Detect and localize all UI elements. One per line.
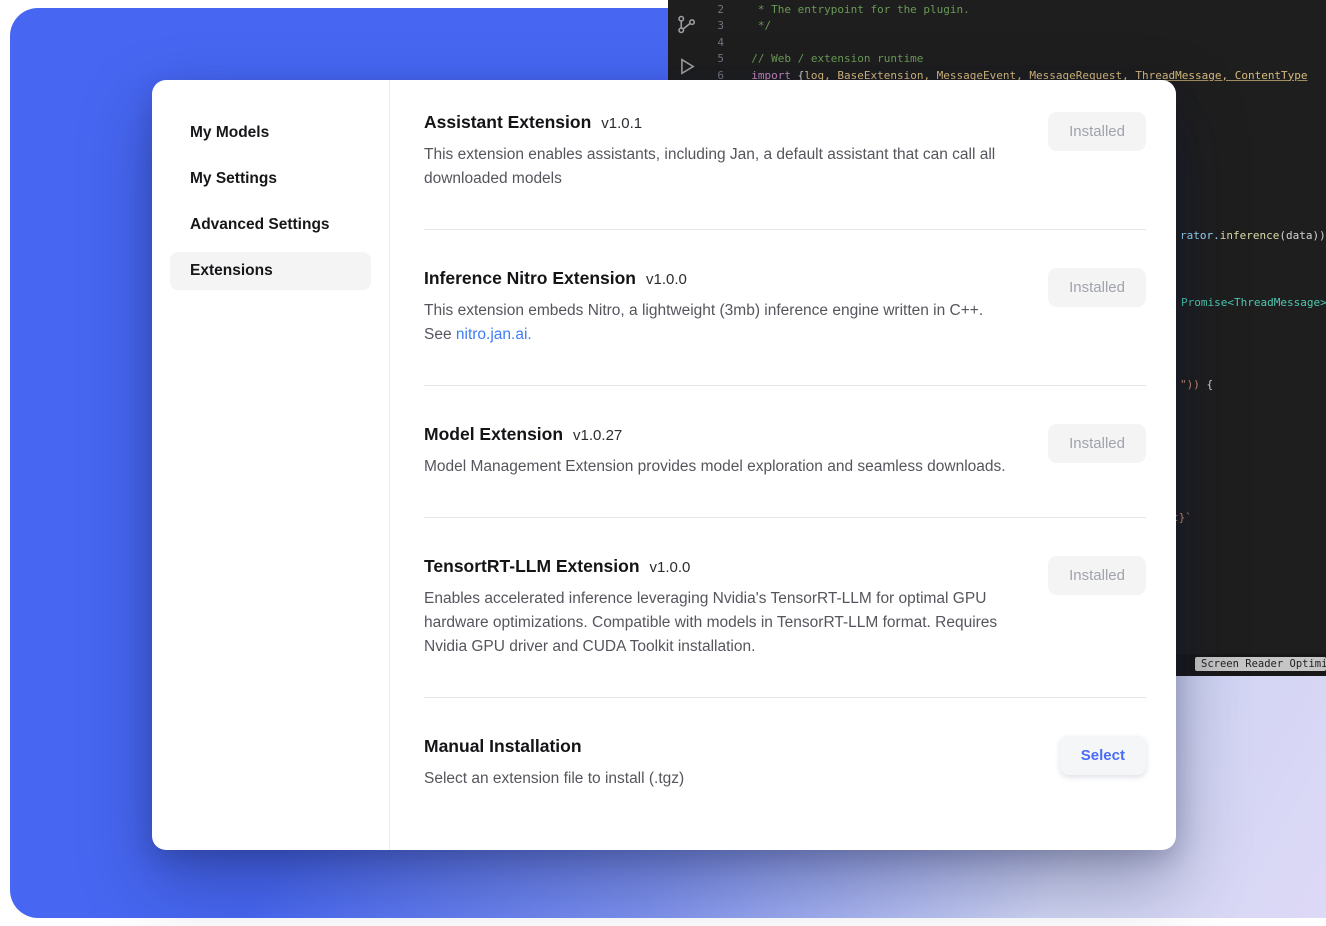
extension-description: Select an extension file to install (.tg… [424, 767, 684, 791]
extension-row-tensorrt-llm: TensortRT-LLM Extension v1.0.0 Enables a… [424, 517, 1146, 697]
extension-heading: Inference Nitro Extension v1.0.0 [424, 268, 1006, 289]
extensions-list: Assistant Extension v1.0.1 This extensio… [390, 80, 1176, 850]
extension-row-inference-nitro: Inference Nitro Extension v1.0.0 This ex… [424, 229, 1146, 385]
code-line: 5 // Web / extension runtime [704, 51, 1326, 67]
extension-description: This extension enables assistants, inclu… [424, 143, 1006, 191]
share-graph-icon[interactable] [676, 14, 697, 38]
select-button[interactable]: Select [1060, 736, 1146, 775]
code-text: ")) [1180, 378, 1200, 391]
extension-title: Inference Nitro Extension [424, 268, 636, 289]
extension-description: Model Management Extension provides mode… [424, 455, 1006, 479]
sidebar-item-label: Advanced Settings [190, 216, 330, 233]
sidebar-item-my-settings[interactable]: My Settings [170, 160, 371, 198]
code-fragment: ")) { [1180, 378, 1213, 392]
line-number: 5 [704, 51, 738, 67]
code-lines: 2 * The entrypoint for the plugin. 3 */ … [704, 2, 1326, 84]
nitro-jan-ai-link[interactable]: nitro.jan.ai. [456, 326, 532, 343]
run-debug-icon[interactable] [676, 56, 697, 80]
extension-heading: Model Extension v1.0.27 [424, 424, 1006, 445]
code-line: 4 [704, 35, 1326, 51]
sidebar-item-my-models[interactable]: My Models [170, 114, 371, 152]
extension-heading: Manual Installation [424, 736, 684, 757]
extension-heading: TensortRT-LLM Extension v1.0.0 [424, 556, 1006, 577]
installed-button[interactable]: Installed [1048, 556, 1146, 595]
extension-info: Manual Installation Select an extension … [424, 736, 684, 791]
code-text: (data)); [1279, 229, 1326, 242]
extension-row-assistant: Assistant Extension v1.0.1 This extensio… [424, 112, 1146, 229]
line-number: 3 [704, 18, 738, 34]
code-comment: // Web / extension runtime [738, 51, 923, 67]
extension-info: Inference Nitro Extension v1.0.0 This ex… [424, 268, 1006, 347]
extension-version: v1.0.0 [646, 271, 687, 288]
line-number: 4 [704, 35, 738, 51]
code-text: inference [1220, 229, 1280, 242]
code-comment: * The entrypoint for the plugin. [738, 2, 970, 18]
settings-sidebar: My Models My Settings Advanced Settings … [152, 80, 390, 850]
sidebar-item-extensions[interactable]: Extensions [170, 252, 371, 290]
code-line: 3 */ [704, 18, 1326, 34]
sidebar-item-advanced-settings[interactable]: Advanced Settings [170, 206, 371, 244]
extension-row-model: Model Extension v1.0.27 Model Management… [424, 385, 1146, 517]
sidebar-item-label: My Models [190, 124, 269, 141]
extension-heading: Assistant Extension v1.0.1 [424, 112, 1006, 133]
code-fragment: Promise<ThreadMessage> [1181, 296, 1326, 310]
line-number: 2 [704, 2, 738, 18]
extension-info: Model Extension v1.0.27 Model Management… [424, 424, 1006, 479]
extension-description: Enables accelerated inference leveraging… [424, 587, 1006, 659]
sidebar-item-label: My Settings [190, 170, 277, 187]
settings-modal: My Models My Settings Advanced Settings … [152, 80, 1176, 850]
code-comment: */ [738, 18, 771, 34]
extension-version: v1.0.0 [650, 559, 691, 576]
installed-button[interactable]: Installed [1048, 424, 1146, 463]
extension-title: Manual Installation [424, 736, 582, 757]
extension-info: Assistant Extension v1.0.1 This extensio… [424, 112, 1006, 191]
code-text: rator. [1180, 229, 1220, 242]
extension-info: TensortRT-LLM Extension v1.0.0 Enables a… [424, 556, 1006, 659]
manual-installation-row: Manual Installation Select an extension … [424, 697, 1146, 829]
extension-title: TensortRT-LLM Extension [424, 556, 640, 577]
installed-button[interactable]: Installed [1048, 112, 1146, 151]
extension-version: v1.0.27 [573, 427, 622, 444]
extension-version: v1.0.1 [601, 115, 642, 132]
code-fragment: rator.inference(data)); [1180, 229, 1326, 243]
sidebar-item-label: Extensions [190, 262, 273, 279]
screen-reader-chip[interactable]: Screen Reader Optimized [1195, 657, 1326, 671]
extension-title: Assistant Extension [424, 112, 591, 133]
extension-title: Model Extension [424, 424, 563, 445]
code-line: 2 * The entrypoint for the plugin. [704, 2, 1326, 18]
code-text: Promise<ThreadMessage> [1181, 296, 1326, 309]
code-text: { [1200, 378, 1213, 391]
installed-button[interactable]: Installed [1048, 268, 1146, 307]
extension-description: This extension embeds Nitro, a lightweig… [424, 299, 1006, 347]
